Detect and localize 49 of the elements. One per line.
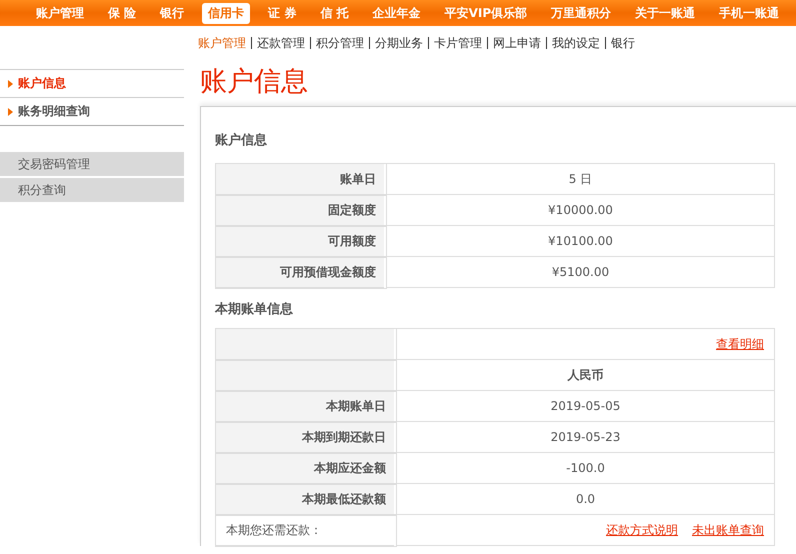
detail-link[interactable]: 查看明细	[716, 336, 764, 350]
row-label: 本期账单日	[216, 390, 396, 422]
row-label: 账单日	[216, 164, 386, 194]
help-link[interactable]: 未出账单查询	[692, 522, 764, 536]
nav-tab[interactable]: 信用卡	[202, 2, 250, 24]
nav-tab[interactable]: 保 险	[102, 2, 142, 24]
section-title: 本期账单信息	[215, 301, 294, 318]
nav-tab[interactable]: 关于一账通	[629, 2, 702, 24]
row-label: 可用预借现金额度	[216, 256, 386, 288]
sidebar-tool-item[interactable]: 交易密码管理	[0, 152, 184, 176]
nav-tab[interactable]: 银行	[154, 2, 190, 24]
page-title: 账户信息	[200, 65, 309, 99]
section-title: 账户信息	[215, 132, 268, 149]
nav-tab[interactable]: 万里通积分	[545, 2, 618, 24]
sub-nav-link[interactable]: 我的设定	[547, 34, 605, 52]
sub-nav-link[interactable]: 积分管理	[311, 34, 369, 52]
row-value: 2019-05-23	[396, 422, 774, 452]
row-label: 本期应还金额	[216, 452, 396, 484]
sub-nav-link[interactable]: 卡片管理	[429, 34, 487, 52]
nav-tab[interactable]: 平安VIP俱乐部	[438, 2, 534, 24]
nav-tab[interactable]: 账户管理	[30, 2, 90, 24]
sub-nav-link[interactable]: 银行	[606, 34, 640, 52]
row-value: ¥10100.00	[386, 226, 774, 256]
nav-tab[interactable]: 信 托	[314, 2, 355, 24]
nav-tab[interactable]: 手机一账通	[713, 2, 786, 24]
sidebar-item[interactable]: 账务明细查询	[0, 97, 184, 125]
row-label: 本期最低还款额	[216, 484, 396, 514]
help-link[interactable]: 还款方式说明	[606, 522, 678, 536]
nav-tab[interactable]: 企业年金	[366, 2, 427, 24]
sidebar-tool-item[interactable]: 积分查询	[0, 178, 184, 202]
row-label: 固定额度	[216, 194, 386, 226]
row-value: ¥5100.00	[386, 256, 774, 288]
nav-tab[interactable]: 证 券	[262, 2, 302, 24]
row-value: -100.0	[396, 452, 774, 484]
row-value: 5 日	[386, 164, 774, 194]
sidebar-item[interactable]: 账户信息	[0, 70, 184, 97]
row-value: 0.0	[396, 484, 774, 514]
row-label: 本期您还需还款：	[216, 514, 396, 546]
sub-nav-link[interactable]: 分期业务	[370, 34, 428, 52]
currency-header: 人民币	[396, 360, 774, 390]
row-label: 本期到期还款日	[216, 422, 396, 452]
sub-nav-link[interactable]: 还款管理	[252, 34, 310, 52]
triangle-icon	[8, 108, 13, 116]
row-label: 可用额度	[216, 226, 386, 256]
row-value: ¥10000.00	[386, 194, 774, 226]
sub-nav-link[interactable]: 网上申请	[488, 34, 546, 52]
row-value: 2019-05-05	[396, 390, 774, 422]
triangle-icon	[8, 80, 13, 88]
sub-nav-link[interactable]: 账户管理	[198, 34, 251, 52]
